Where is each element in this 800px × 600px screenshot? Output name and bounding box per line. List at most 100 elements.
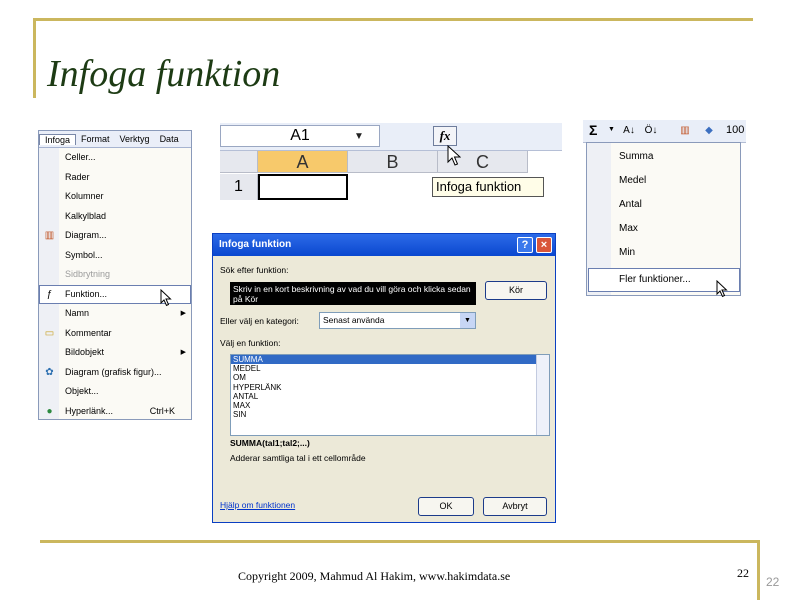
menu-item[interactable]: Kalkylblad <box>39 207 191 227</box>
column-header-b[interactable]: B <box>348 151 438 173</box>
mouse-cursor-icon <box>160 289 172 307</box>
dialog-title-bar: Infoga funktion ? × <box>213 234 555 256</box>
autosum-item-medel[interactable]: Medel <box>619 175 646 186</box>
menu-item[interactable]: Bildobjekt ▶ <box>39 343 191 363</box>
menu-item-label: Diagram (grafisk figur)... <box>65 366 162 377</box>
frame-line-right <box>757 540 760 600</box>
mouse-cursor-icon <box>716 280 728 298</box>
go-button[interactable]: Kör <box>485 281 547 300</box>
function-list-item[interactable]: OM <box>231 373 549 382</box>
function-help-link[interactable]: Hjälp om funktionen <box>220 500 295 510</box>
menu-item[interactable]: ▥ Diagram... <box>39 226 191 246</box>
menu-item[interactable]: Rader <box>39 168 191 188</box>
function-list-items: SUMMA MEDEL OM HYPERLÄNK ANTAL MAX SIN <box>231 355 549 419</box>
formula-bar: A1 ▼ fx <box>220 123 562 151</box>
menu-item-label: Objekt... <box>65 386 99 396</box>
menu-item-label: Hyperlänk... <box>65 405 114 416</box>
category-select[interactable]: Senast använda ▼ <box>319 312 476 329</box>
cancel-button[interactable]: Avbryt <box>483 497 547 516</box>
menu-item-shortcut: Ctrl+K <box>149 405 175 416</box>
frame-line-bottom <box>40 540 760 543</box>
menubar-data[interactable]: Data <box>155 134 184 144</box>
autosum-item-summa[interactable]: Summa <box>619 151 653 162</box>
comment-icon: ▭ <box>44 327 55 339</box>
function-list-item[interactable]: MEDEL <box>231 364 549 373</box>
menubar-infoga[interactable]: Infoga <box>39 133 77 145</box>
help-button[interactable]: ? <box>517 237 533 253</box>
globe-icon: ● <box>46 405 53 417</box>
function-list-item[interactable]: SIN <box>231 410 549 419</box>
menu-item-label: Kalkylblad <box>65 210 107 221</box>
ok-button[interactable]: OK <box>418 497 474 516</box>
menu-item[interactable]: Objekt... <box>39 382 191 402</box>
menubar-verktyg[interactable]: Verktyg <box>115 134 155 144</box>
insert-function-tooltip: Infoga funktion <box>432 177 544 197</box>
sort-descending-icon[interactable]: Ö↓ <box>643 123 659 139</box>
submenu-arrow-icon: ▶ <box>180 349 186 356</box>
slide-title: Infoga funktion <box>47 53 281 95</box>
function-list[interactable]: SUMMA MEDEL OM HYPERLÄNK ANTAL MAX SIN <box>230 354 550 436</box>
frame-line-top <box>33 18 753 21</box>
close-button[interactable]: × <box>536 237 552 253</box>
standard-toolbar: Σ ▼ A↓ Ö↓ ▥ ◆ 100 <box>583 120 746 143</box>
function-list-item[interactable]: MAX <box>231 401 549 410</box>
page-number: 22 <box>737 566 749 580</box>
excel-grid-screenshot: A1 ▼ fx A B C 1 Infoga funktion <box>220 123 562 205</box>
zoom-value[interactable]: 100 <box>726 124 744 136</box>
submenu-arrow-icon: ▶ <box>180 310 186 317</box>
menu-item[interactable]: ✿ Diagram (grafisk figur)... <box>39 363 191 383</box>
slide-footer: Copyright 2009, Mahmud Al Hakim, www.hak… <box>238 569 511 583</box>
autosum-screenshot: Σ ▼ A↓ Ö↓ ▥ ◆ 100 Summa Medel Antal Max … <box>583 120 746 298</box>
function-list-item[interactable]: SUMMA <box>231 355 549 365</box>
chevron-down-icon[interactable]: ▼ <box>608 126 615 133</box>
autosum-item-min[interactable]: Min <box>619 247 635 258</box>
function-icon: ƒ <box>46 288 53 300</box>
frame-line-left <box>33 18 36 98</box>
menu-item-label: Sidbrytning <box>65 269 111 279</box>
mouse-cursor-icon <box>447 145 461 166</box>
function-search-input[interactable]: Skriv in en kort beskrivning av vad du v… <box>230 282 476 305</box>
chart-icon: ▥ <box>44 230 55 241</box>
chevron-down-icon[interactable]: ▼ <box>354 131 364 142</box>
function-list-item[interactable]: HYPERLÄNK <box>231 383 549 392</box>
autosum-item-max[interactable]: Max <box>619 223 638 234</box>
insert-function-dialog: Infoga funktion ? × Sök efter funktion: … <box>212 233 556 523</box>
menu-item[interactable]: Kolumner <box>39 187 191 207</box>
autosum-button[interactable]: Σ <box>589 122 597 138</box>
menu-item[interactable]: ▭ Kommentar <box>39 324 191 344</box>
menu-item-label: Celler... <box>65 152 96 162</box>
category-label: Eller välj en kategori: <box>220 316 299 326</box>
insert-menu-screenshot: Infoga Format Verktyg Data Celler... Rade… <box>38 130 192 420</box>
insert-menu-items: Celler... Rader Kolumner Kalkylblad ▥ Diagram… <box>39 148 191 421</box>
menu-item-label: Diagram... <box>65 230 107 240</box>
menu-item[interactable]: ● Hyperlänk... Ctrl+K <box>39 402 191 422</box>
menu-item-label: Funktion... <box>65 288 108 299</box>
chevron-down-icon[interactable]: ▼ <box>460 313 475 328</box>
dialog-title: Infoga funktion <box>219 239 292 250</box>
column-header-a[interactable]: A <box>258 151 348 173</box>
function-description: Adderar samtliga tal i ett cellområde <box>230 453 366 463</box>
menu-item[interactable]: Symbol... <box>39 246 191 266</box>
menu-item: Sidbrytning <box>39 265 191 285</box>
autosum-menu: Summa Medel Antal Max Min Fler funktione… <box>586 142 741 296</box>
row-header-1[interactable]: 1 <box>220 174 258 200</box>
menu-item-label: Bildobjekt <box>65 347 105 357</box>
function-syntax: SUMMA(tal1;tal2;...) <box>230 438 310 448</box>
chart-wizard-icon[interactable]: ▥ <box>677 123 693 139</box>
menu-bar: Infoga Format Verktyg Data <box>39 131 191 148</box>
menu-item-label: Kommentar <box>65 327 112 338</box>
menubar-format[interactable]: Format <box>76 134 115 144</box>
function-list-item[interactable]: ANTAL <box>231 392 549 401</box>
insert-function-button[interactable]: fx <box>433 126 457 146</box>
menu-item-label: Rader <box>65 171 90 182</box>
menu-item[interactable]: Celler... <box>39 148 191 168</box>
drawing-icon[interactable]: ◆ <box>701 123 717 139</box>
diagram-icon: ✿ <box>45 366 54 378</box>
corner-cell[interactable] <box>220 151 258 173</box>
category-value: Senast använda <box>323 315 385 325</box>
cell-a1[interactable] <box>258 174 348 200</box>
sort-ascending-icon[interactable]: A↓ <box>621 123 637 139</box>
search-label: Sök efter funktion: <box>220 265 289 275</box>
autosum-item-antal[interactable]: Antal <box>619 199 642 210</box>
function-list-scrollbar[interactable] <box>536 355 549 435</box>
